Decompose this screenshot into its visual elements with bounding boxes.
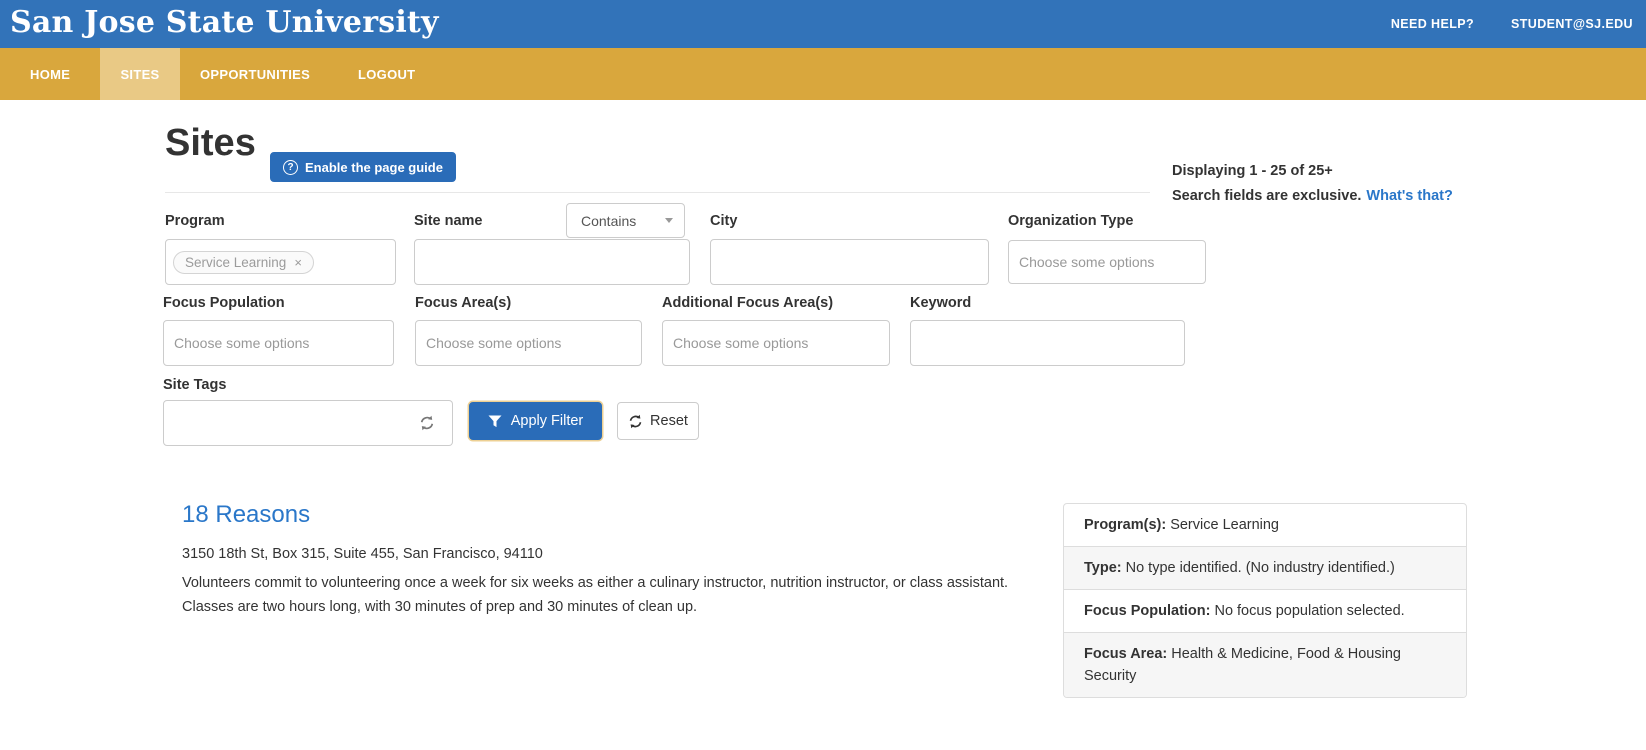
account-link[interactable]: STUDENT@SJ.EDU <box>1511 17 1633 31</box>
program-tag-label: Service Learning <box>185 255 286 270</box>
keyword-input[interactable] <box>910 320 1185 366</box>
refresh-icon <box>419 415 435 431</box>
need-help-link[interactable]: NEED HELP? <box>1391 17 1474 31</box>
chevron-down-icon <box>665 218 673 223</box>
site-tags-refresh-button[interactable] <box>402 400 453 446</box>
search-exclusive-note: Search fields are exclusive. What's that? <box>1172 188 1453 204</box>
additional-focus-areas-label: Additional Focus Area(s) <box>662 295 833 311</box>
detail-label: Program(s): <box>1084 517 1166 533</box>
whats-that-link[interactable]: What's that? <box>1366 188 1452 204</box>
nav-item-home[interactable]: HOME <box>30 48 70 100</box>
results-count: Displaying 1 - 25 of 25+ <box>1172 163 1333 179</box>
guide-button-label: Enable the page guide <box>305 160 443 175</box>
detail-value: No focus population selected. <box>1214 603 1404 619</box>
site-result-address: 3150 18th St, Box 315, Suite 455, San Fr… <box>182 546 543 562</box>
enable-page-guide-button[interactable]: ? Enable the page guide <box>270 152 456 182</box>
reset-button[interactable]: Reset <box>617 402 699 440</box>
university-brand: San Jose State University <box>10 5 439 40</box>
program-label: Program <box>165 213 225 229</box>
question-circle-icon: ? <box>283 160 298 175</box>
reset-label: Reset <box>650 413 688 429</box>
organization-type-label: Organization Type <box>1008 213 1133 229</box>
apply-filter-button[interactable]: Apply Filter <box>469 402 602 440</box>
page-title: Sites <box>165 122 256 165</box>
main-nav: HOME SITES OPPORTUNITIES LOGOUT <box>0 48 1646 100</box>
site-name-match-select[interactable]: Contains <box>566 203 685 238</box>
program-tag: Service Learning × <box>173 251 314 274</box>
sites-page: San Jose State University NEED HELP? STU… <box>0 0 1646 750</box>
program-multiselect[interactable]: Service Learning × <box>165 239 396 285</box>
remove-tag-icon[interactable]: × <box>294 255 302 270</box>
site-result-link[interactable]: 18 Reasons <box>182 501 310 529</box>
focus-areas-label: Focus Area(s) <box>415 295 511 311</box>
detail-label: Type: <box>1084 560 1122 576</box>
site-detail-card: Program(s):Service Learning Type:No type… <box>1063 503 1467 698</box>
focus-areas-input[interactable] <box>415 320 642 366</box>
detail-label: Focus Population: <box>1084 603 1210 619</box>
detail-label: Focus Area: <box>1084 646 1167 662</box>
top-bar: San Jose State University NEED HELP? STU… <box>0 0 1646 48</box>
filter-funnel-icon <box>488 415 502 428</box>
apply-filter-label: Apply Filter <box>511 413 584 429</box>
additional-focus-areas-input[interactable] <box>662 320 890 366</box>
header-divider <box>165 192 1150 193</box>
detail-value: No type identified. (No industry identif… <box>1126 560 1395 576</box>
detail-row-focus-area: Focus Area:Health & Medicine, Food & Hou… <box>1064 632 1466 697</box>
top-bar-links: NEED HELP? STUDENT@SJ.EDU <box>1391 0 1633 48</box>
nav-item-sites[interactable]: SITES <box>100 48 180 100</box>
nav-item-logout[interactable]: LOGOUT <box>358 48 415 100</box>
site-tags-label: Site Tags <box>163 377 226 393</box>
detail-row-focus-population: Focus Population:No focus population sel… <box>1064 589 1466 632</box>
site-tags-input[interactable] <box>163 400 403 446</box>
detail-row-type: Type:No type identified. (No industry id… <box>1064 546 1466 589</box>
detail-value: Service Learning <box>1170 517 1279 533</box>
site-result-description: Volunteers commit to volunteering once a… <box>182 572 1012 619</box>
city-input[interactable] <box>710 239 989 285</box>
exclusive-note-text: Search fields are exclusive. <box>1172 188 1361 204</box>
organization-type-input[interactable] <box>1008 240 1206 284</box>
site-name-input[interactable] <box>414 239 690 285</box>
site-name-label: Site name <box>414 213 483 229</box>
focus-population-input[interactable] <box>163 320 394 366</box>
focus-population-label: Focus Population <box>163 295 285 311</box>
city-label: City <box>710 213 737 229</box>
keyword-label: Keyword <box>910 295 971 311</box>
detail-row-programs: Program(s):Service Learning <box>1064 504 1466 546</box>
match-select-value: Contains <box>581 213 636 229</box>
nav-item-opportunities[interactable]: OPPORTUNITIES <box>200 48 310 100</box>
reset-refresh-icon <box>628 414 643 429</box>
